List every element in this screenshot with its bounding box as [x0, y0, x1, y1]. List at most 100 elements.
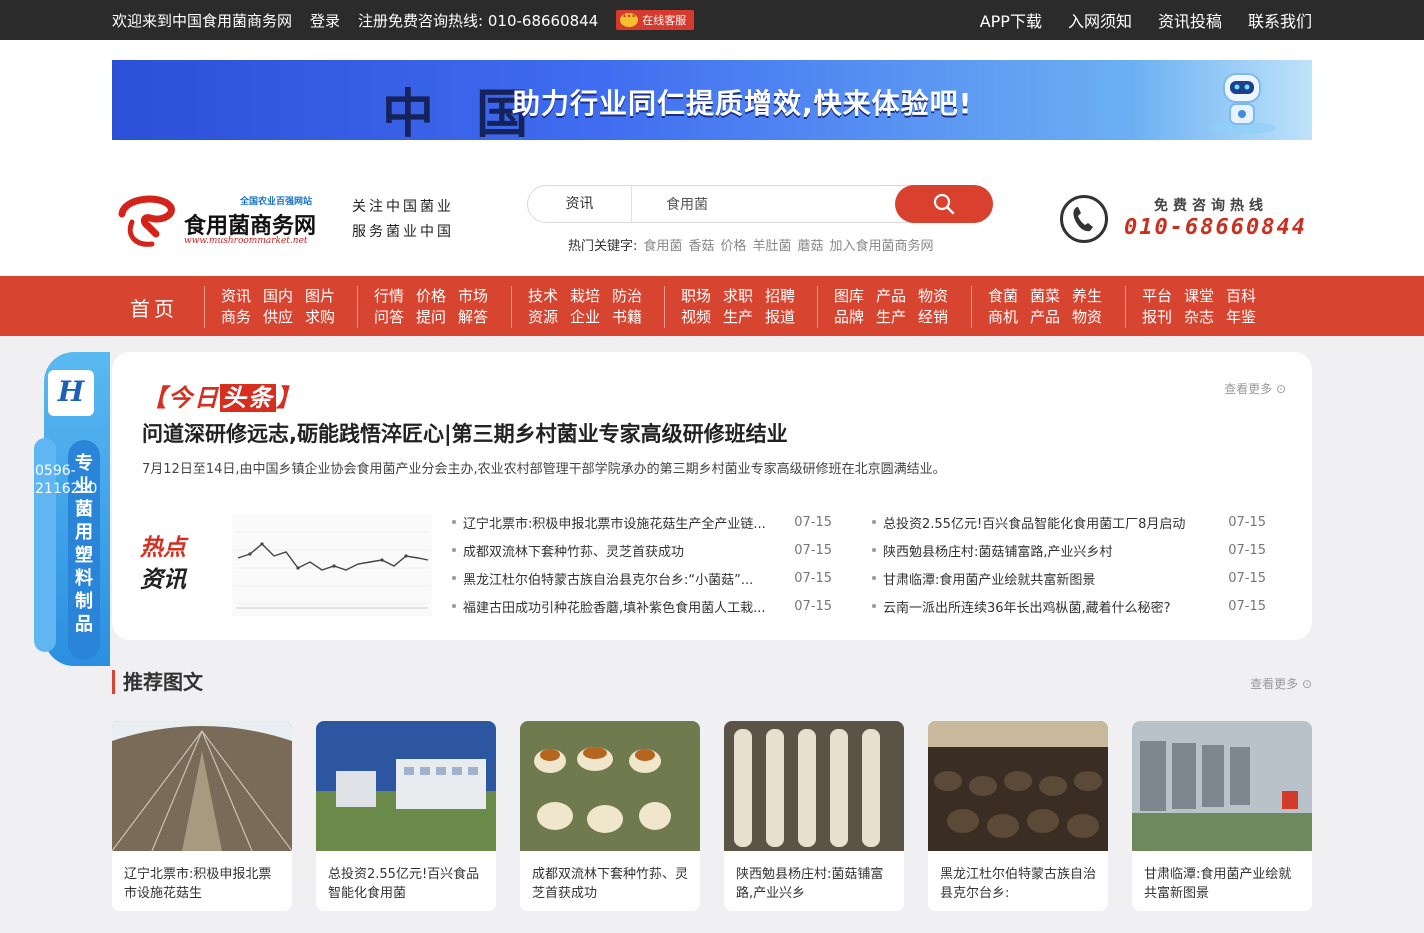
nav-item[interactable]: 杂志 [1184, 307, 1214, 328]
nav-item[interactable]: 栽培 [570, 286, 600, 307]
nav-item[interactable]: 国内 [263, 286, 293, 307]
news-item[interactable]: 黑龙江杜尔伯特蒙古族自治县克尔台乡:“小菌菇”... 07-15 [452, 564, 832, 592]
nav-item[interactable]: 图片 [305, 286, 335, 307]
nav-item[interactable]: 生产 [876, 307, 906, 328]
nav-item[interactable]: 百科 [1226, 286, 1256, 307]
nav-item[interactable]: 行情 [374, 286, 404, 307]
nav-item[interactable]: 防治 [612, 286, 642, 307]
nav-item[interactable]: 物资 [1072, 307, 1102, 328]
news-title[interactable]: 甘肃临潭:食用菌产业绘就共富新图景 [883, 569, 1218, 588]
nav-item[interactable]: 资讯 [221, 286, 251, 307]
side-ad-phone: 0596-2116290 [35, 462, 97, 498]
recommended-more-link[interactable]: 查看更多 ⊙ [1250, 675, 1312, 692]
news-title[interactable]: 成都双流林下套种竹荪、灵芝首获成功 [463, 541, 784, 560]
nav-item[interactable]: 养生 [1072, 286, 1102, 307]
hot-keyword[interactable]: 香菇 [688, 235, 714, 254]
nav-item[interactable]: 年鉴 [1226, 307, 1256, 328]
recommended-tile[interactable]: 总投资2.55亿元!百兴食品智能化食用菌 [316, 721, 496, 911]
nav-item[interactable]: 求职 [723, 286, 753, 307]
nav-item[interactable]: 供应 [263, 307, 293, 328]
hot-keyword[interactable]: 价格 [720, 235, 746, 254]
news-item[interactable]: 成都双流林下套种竹荪、灵芝首获成功 07-15 [452, 536, 832, 564]
phone-icon [1060, 195, 1108, 243]
nav-item[interactable]: 产品 [1030, 307, 1060, 328]
tile-caption[interactable]: 总投资2.55亿元!百兴食品智能化食用菌 [316, 855, 496, 911]
nav-item[interactable]: 报道 [765, 307, 795, 328]
tile-caption[interactable]: 甘肃临潭:食用菌产业绘就共富新图景 [1132, 855, 1312, 911]
hot-keyword[interactable]: 加入食用菌商务网 [829, 235, 933, 254]
headline-summary: 7月12日至14日,由中国乡镇企业协会食用菌产业分会主办,农业农村部管理干部学院… [142, 462, 946, 477]
nav-item[interactable]: 图库 [834, 286, 864, 307]
nav-item[interactable]: 食菌 [988, 286, 1018, 307]
nav-item[interactable]: 提问 [416, 307, 446, 328]
hot-keyword[interactable]: 蘑菇 [797, 235, 823, 254]
tile-caption[interactable]: 成都双流林下套种竹荪、灵芝首获成功 [520, 855, 700, 911]
nav-item[interactable]: 求购 [305, 307, 335, 328]
tile-caption[interactable]: 黑龙江杜尔伯特蒙古族自治县克尔台乡: [928, 855, 1108, 911]
search-button[interactable] [895, 185, 993, 223]
news-title[interactable]: 云南一派出所连续36年长出鸡枞菌,藏着什么秘密? [883, 597, 1218, 616]
nav-item[interactable]: 菌菜 [1030, 286, 1060, 307]
tile-caption[interactable]: 陕西勉县杨庄村:菌菇铺富路,产业兴乡 [724, 855, 904, 911]
login-link[interactable]: 登录 [310, 10, 340, 31]
recommended-tile[interactable]: 陕西勉县杨庄村:菌菇铺富路,产业兴乡 [724, 721, 904, 911]
news-item[interactable]: 陕西勉县杨庄村:菌菇铺富路,产业兴乡村 07-15 [872, 536, 1266, 564]
nav-item[interactable]: 商机 [988, 307, 1018, 328]
news-title[interactable]: 辽宁北票市:积极申报北票市设施花菇生产全产业链... [463, 513, 784, 532]
nav-item[interactable]: 视频 [681, 307, 711, 328]
nav-home[interactable]: 首页 [130, 293, 178, 322]
register-hotline[interactable]: 注册免费咨询热线: 010-68660844 [358, 10, 598, 31]
nav-item[interactable]: 资源 [528, 307, 558, 328]
contact-us-link[interactable]: 联系我们 [1248, 8, 1312, 32]
news-title[interactable]: 总投资2.55亿元!百兴食品智能化食用菌工厂8月启动 [883, 513, 1218, 532]
nav-item[interactable]: 生产 [723, 307, 753, 328]
submit-news-link[interactable]: 资讯投稿 [1158, 8, 1222, 32]
news-item[interactable]: 云南一派出所连续36年长出鸡枞菌,藏着什么秘密? 07-15 [872, 592, 1266, 620]
nav-item[interactable]: 平台 [1142, 286, 1172, 307]
search-input[interactable] [642, 192, 882, 216]
recommended-tile[interactable]: 成都双流林下套种竹荪、灵芝首获成功 [520, 721, 700, 911]
recommended-tile[interactable]: 黑龙江杜尔伯特蒙古族自治县克尔台乡: [928, 721, 1108, 911]
online-service-button[interactable]: 在线客服 [616, 9, 695, 30]
hot-keyword[interactable]: 羊肚菌 [752, 235, 791, 254]
nav-item[interactable]: 解答 [458, 307, 488, 328]
nav-item[interactable]: 企业 [570, 307, 600, 328]
nav-item[interactable]: 书籍 [612, 307, 642, 328]
floating-side-ad[interactable]: H 专业菌用塑料制品 0596-2116290 [34, 352, 110, 666]
nav-item[interactable]: 商务 [221, 307, 251, 328]
nav-item[interactable]: 经销 [918, 307, 948, 328]
nav-item[interactable]: 品牌 [834, 307, 864, 328]
news-title[interactable]: 陕西勉县杨庄村:菌菇铺富路,产业兴乡村 [883, 541, 1218, 560]
recommended-tile[interactable]: 辽宁北票市:积极申报北票市设施花菇生 [112, 721, 292, 911]
hot-keyword[interactable]: 食用菌 [643, 235, 682, 254]
tile-caption[interactable]: 辽宁北票市:积极申报北票市设施花菇生 [112, 855, 292, 911]
news-item[interactable]: 福建古田成功引种花脸香蘑,填补紫色食用菌人工栽... 07-15 [452, 592, 832, 620]
news-title[interactable]: 黑龙江杜尔伯特蒙古族自治县克尔台乡:“小菌菇”... [463, 569, 784, 588]
nav-item[interactable]: 课堂 [1184, 286, 1214, 307]
join-notice-link[interactable]: 入网须知 [1068, 8, 1132, 32]
news-item[interactable]: 总投资2.55亿元!百兴食品智能化食用菌工厂8月启动 07-15 [872, 508, 1266, 536]
price-trend-thumbnail[interactable] [232, 514, 432, 616]
search-category-select[interactable]: 资讯 [528, 186, 632, 222]
online-service-label: 在线客服 [642, 14, 687, 27]
headline-title[interactable]: 问道深研修远志,砺能践悟淬匠心|第三期乡村菌业专家高级研修班结业 [142, 418, 788, 448]
nav-item[interactable]: 问答 [374, 307, 404, 328]
nav-item[interactable]: 物资 [918, 286, 948, 307]
nav-item[interactable]: 价格 [416, 286, 446, 307]
news-title[interactable]: 福建古田成功引种花脸香蘑,填补紫色食用菌人工栽... [463, 597, 784, 616]
news-item[interactable]: 辽宁北票市:积极申报北票市设施花菇生产全产业链... 07-15 [452, 508, 832, 536]
bullet-icon [452, 520, 456, 524]
recommended-title: 推荐图文 [112, 670, 203, 694]
recommended-tile[interactable]: 甘肃临潭:食用菌产业绘就共富新图景 [1132, 721, 1312, 911]
nav-item[interactable]: 产品 [876, 286, 906, 307]
nav-item[interactable]: 市场 [458, 286, 488, 307]
headlines-more-link[interactable]: 查看更多 ⊙ [1224, 380, 1286, 397]
nav-item[interactable]: 技术 [528, 286, 558, 307]
app-download-link[interactable]: APP下载 [980, 8, 1042, 32]
ad-banner[interactable]: 中 国 助力行业同仁提质增效,快来体验吧! [112, 60, 1312, 140]
nav-item[interactable]: 报刊 [1142, 307, 1172, 328]
site-logo[interactable]: 全国农业百强网站 食用菌商务网 www.mushroommarket.net [112, 190, 327, 250]
news-item[interactable]: 甘肃临潭:食用菌产业绘就共富新图景 07-15 [872, 564, 1266, 592]
nav-item[interactable]: 职场 [681, 286, 711, 307]
nav-item[interactable]: 招聘 [765, 286, 795, 307]
